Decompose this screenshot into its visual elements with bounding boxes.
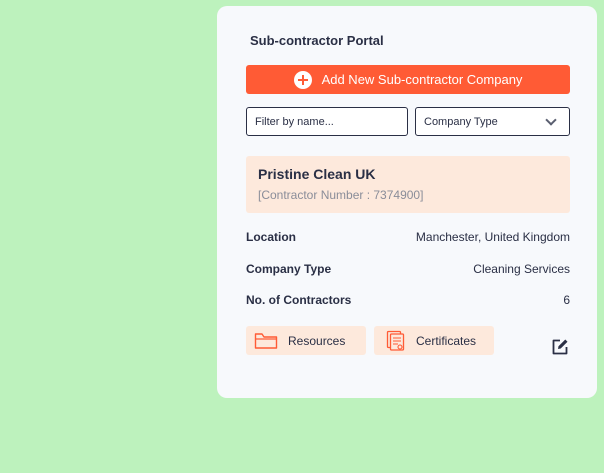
company-type-value: Cleaning Services xyxy=(473,262,570,276)
company-type-label: Company Type xyxy=(246,262,332,276)
contractor-number: [Contractor Number : 7374900] xyxy=(258,188,424,202)
certificates-label: Certificates xyxy=(416,333,477,348)
folder-icon xyxy=(254,332,278,349)
resources-button[interactable]: Resources xyxy=(246,326,366,355)
contractors-value: 6 xyxy=(563,293,570,307)
resources-label: Resources xyxy=(288,333,346,348)
plus-circle-icon xyxy=(293,70,312,89)
certificates-button[interactable]: Certificates xyxy=(374,326,494,355)
location-row: Location Manchester, United Kingdom xyxy=(246,230,570,244)
location-label: Location xyxy=(246,230,296,244)
company-type-row: Company Type Cleaning Services xyxy=(246,262,570,276)
company-type-select[interactable]: Company Type xyxy=(415,107,570,136)
company-name: Pristine Clean UK xyxy=(258,166,376,182)
company-type-select-label: Company Type xyxy=(424,115,498,128)
filter-name-input[interactable] xyxy=(246,107,408,136)
contractors-row: No. of Contractors 6 xyxy=(246,293,570,307)
add-company-label: Add New Sub-contractor Company xyxy=(321,72,523,87)
certificate-icon xyxy=(386,330,405,351)
chevron-down-icon xyxy=(545,113,557,126)
subcontractor-card: Sub-contractor Portal Add New Sub-contra… xyxy=(217,6,597,398)
add-company-button[interactable]: Add New Sub-contractor Company xyxy=(246,65,570,94)
portal-title: Sub-contractor Portal xyxy=(250,33,384,48)
contractors-label: No. of Contractors xyxy=(246,293,352,307)
edit-icon[interactable] xyxy=(551,338,569,356)
location-value: Manchester, United Kingdom xyxy=(415,230,570,244)
company-header: Pristine Clean UK [Contractor Number : 7… xyxy=(246,156,570,213)
